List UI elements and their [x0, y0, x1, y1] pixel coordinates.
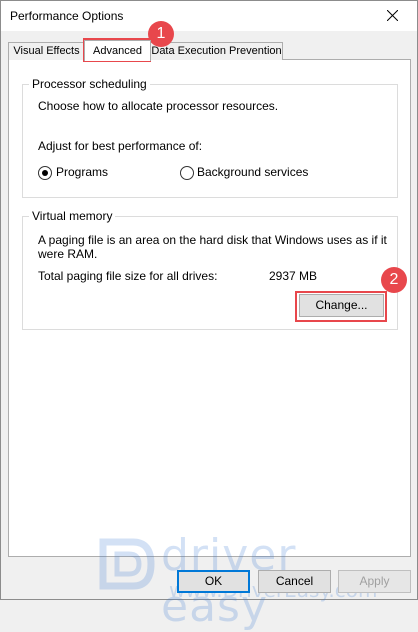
cancel-button[interactable]: Cancel [258, 570, 331, 593]
tab-visual-effects[interactable]: Visual Effects [8, 42, 85, 60]
driver-easy-watermark: driver easy www.DriverEasy.com [89, 528, 409, 632]
close-icon [387, 10, 398, 21]
background-services-radio-option[interactable]: Background services [180, 165, 340, 181]
apply-button[interactable]: Apply [338, 570, 411, 593]
annotation-badge-1: 1 [148, 21, 174, 47]
tab-data-execution-prevention[interactable]: Data Execution Prevention [150, 42, 283, 60]
window-title: Performance Options [10, 9, 124, 23]
programs-radio-label[interactable]: Programs [56, 165, 108, 179]
programs-radio[interactable] [38, 166, 52, 180]
total-paging-size-value: 2937 MB [269, 269, 318, 283]
ok-button[interactable]: OK [177, 570, 250, 593]
performance-options-window: Performance Options Processor scheduling… [0, 0, 418, 632]
processor-scheduling-group: Processor scheduling Choose how to alloc… [22, 77, 398, 198]
processor-scheduling-description: Choose how to allocate processor resourc… [38, 99, 279, 113]
adjust-performance-label: Adjust for best performance of: [38, 139, 203, 153]
processor-scheduling-legend: Processor scheduling [29, 77, 150, 91]
virtual-memory-description-line1: A paging file is an area on the hard dis… [38, 233, 387, 247]
change-button-highlight [295, 291, 387, 322]
background-services-radio-label[interactable]: Background services [197, 165, 308, 179]
tab-advanced[interactable]: Advanced [84, 40, 151, 61]
virtual-memory-legend: Virtual memory [29, 209, 116, 223]
driver-easy-logo-icon [99, 538, 155, 590]
programs-radio-option[interactable]: Programs [38, 165, 158, 181]
title-bar: Performance Options [1, 1, 417, 31]
total-paging-size-label: Total paging file size for all drives: [38, 269, 218, 283]
virtual-memory-description-line2: were RAM. [38, 247, 98, 261]
background-services-radio[interactable] [180, 166, 194, 180]
close-button[interactable] [371, 1, 417, 31]
annotation-badge-2: 2 [381, 267, 407, 293]
